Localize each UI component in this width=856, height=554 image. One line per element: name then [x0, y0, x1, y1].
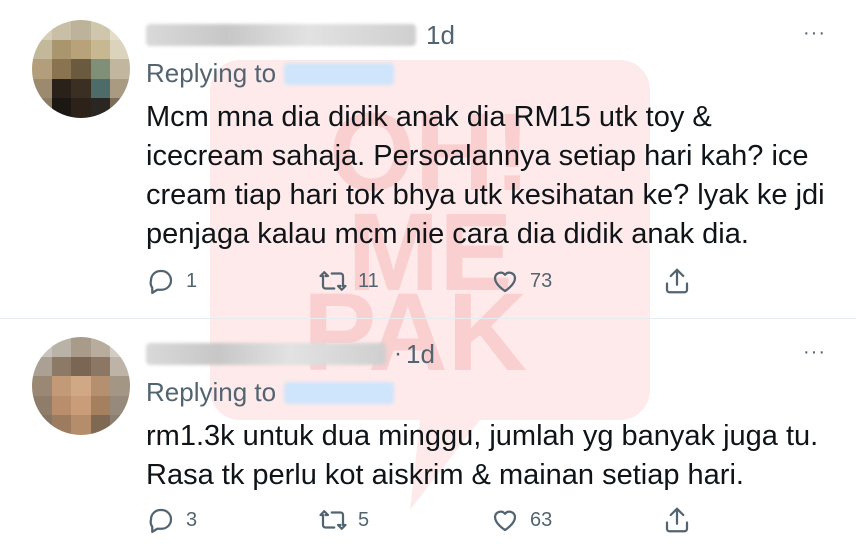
reply-button[interactable]: 1 — [146, 266, 318, 296]
retweet-icon — [319, 271, 347, 291]
display-name-redacted[interactable] — [146, 343, 386, 365]
like-count: 63 — [530, 508, 553, 531]
like-button[interactable]: 63 — [490, 505, 662, 535]
avatar[interactable] — [32, 337, 130, 435]
display-name-redacted[interactable] — [146, 24, 416, 46]
replying-to-handle-redacted[interactable] — [284, 381, 395, 404]
tweet-text: rm1.3k untuk dua minggu, jumlah yg banya… — [146, 420, 819, 491]
reply-icon — [149, 508, 173, 533]
more-icon[interactable]: ··· — [803, 341, 826, 364]
retweet-icon — [319, 510, 347, 530]
replying-to-handle-redacted[interactable] — [284, 62, 395, 85]
replying-to: Replying to — [146, 377, 395, 408]
retweet-count: 11 — [358, 269, 379, 292]
share-icon — [665, 268, 689, 294]
replying-to-label: Replying to — [146, 377, 277, 407]
like-count: 73 — [530, 269, 553, 292]
like-button[interactable]: 73 — [490, 266, 662, 296]
more-icon[interactable]: ··· — [803, 22, 826, 45]
retweet-count: 5 — [358, 508, 370, 531]
share-icon — [665, 507, 689, 533]
tweet-reply-1[interactable]: 1d ··· Replying to Mcm mna dia didik ana… — [0, 0, 856, 319]
share-button[interactable] — [662, 266, 834, 296]
tweet-header: 1d — [146, 18, 455, 52]
heart-icon — [493, 271, 517, 293]
timestamp[interactable]: 1d — [426, 20, 455, 51]
timestamp-separator: · — [394, 340, 402, 367]
tweet-actions: 3 5 63 — [146, 505, 834, 535]
reply-button[interactable]: 3 — [146, 505, 318, 535]
timestamp[interactable]: 1d — [406, 339, 435, 370]
tweet-text: Mcm mna dia didik anak dia RM15 utk toy … — [146, 101, 825, 250]
replying-to: Replying to — [146, 58, 395, 89]
replying-to-label: Replying to — [146, 58, 277, 88]
tweet-reply-2[interactable]: · 1d ··· Replying to rm1.3k untuk dua mi… — [0, 319, 856, 554]
share-button[interactable] — [662, 505, 834, 535]
tweet-header: · 1d — [146, 337, 435, 371]
heart-icon — [493, 510, 517, 532]
reply-count: 1 — [186, 269, 198, 292]
reply-count: 3 — [186, 508, 198, 531]
tweet-actions: 1 11 73 — [146, 266, 834, 296]
retweet-button[interactable]: 11 — [318, 266, 490, 296]
reply-icon — [149, 269, 173, 294]
retweet-button[interactable]: 5 — [318, 505, 490, 535]
avatar[interactable] — [32, 20, 130, 118]
